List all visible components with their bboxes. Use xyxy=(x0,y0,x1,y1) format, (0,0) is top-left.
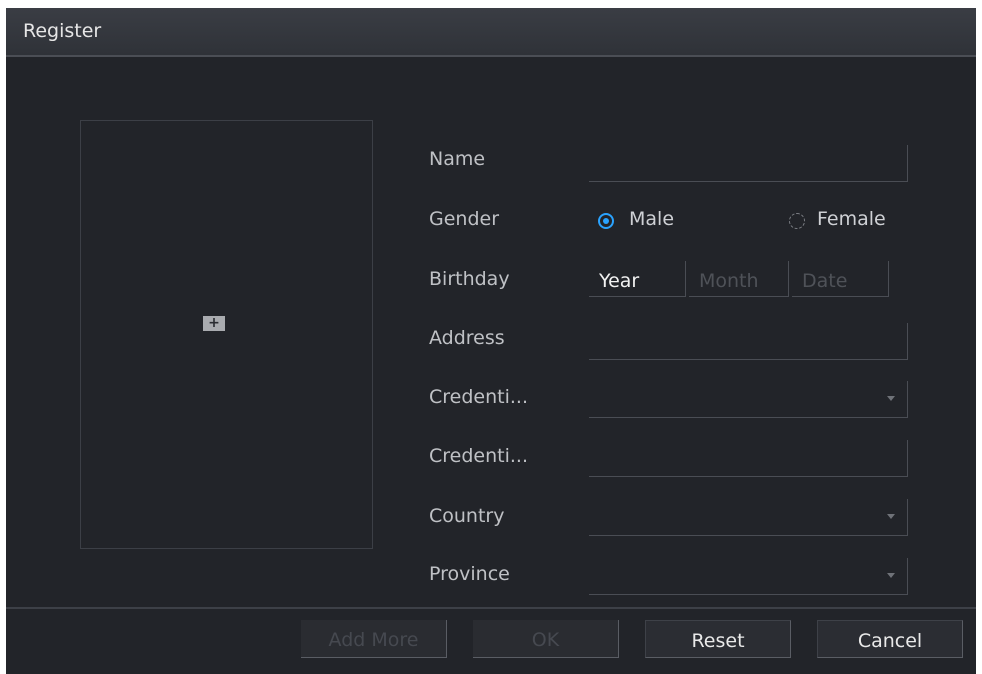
cancel-button[interactable]: Cancel xyxy=(817,620,963,658)
reset-button[interactable]: Reset xyxy=(645,620,791,658)
gender-male-radio[interactable] xyxy=(598,213,614,229)
birthday-date-field[interactable]: Date xyxy=(792,261,889,297)
face-photo-area[interactable] xyxy=(80,120,373,549)
gender-label: Gender xyxy=(429,208,500,230)
add-more-button[interactable]: Add More xyxy=(301,620,447,658)
add-photo-icon[interactable]: + xyxy=(203,316,225,331)
dialog-titlebar: Register xyxy=(6,8,976,57)
province-label: Province xyxy=(429,563,510,585)
name-input[interactable] xyxy=(589,145,908,182)
country-select[interactable] xyxy=(589,499,908,536)
birthday-month-field[interactable]: Month xyxy=(689,261,789,297)
footer-divider xyxy=(6,607,976,609)
name-label: Name xyxy=(429,148,486,170)
gender-male-label[interactable]: Male xyxy=(629,208,674,230)
dialog-title: Register xyxy=(23,20,102,42)
credential-number-input[interactable] xyxy=(589,440,908,477)
address-input[interactable] xyxy=(589,323,908,360)
gender-female-radio[interactable] xyxy=(789,213,805,229)
country-label: Country xyxy=(429,505,505,527)
register-dialog: Register + Name Gender Male Female Birth… xyxy=(6,8,976,674)
address-label: Address xyxy=(429,327,505,349)
birthday-label: Birthday xyxy=(429,268,510,290)
chevron-down-icon xyxy=(887,573,895,578)
credential-type-select[interactable] xyxy=(589,381,908,418)
chevron-down-icon xyxy=(887,396,895,401)
ok-button[interactable]: OK xyxy=(473,620,619,658)
birthday-year-field[interactable]: Year xyxy=(589,261,686,297)
gender-female-label[interactable]: Female xyxy=(817,208,886,230)
province-select[interactable] xyxy=(589,558,908,595)
chevron-down-icon xyxy=(887,514,895,519)
credential-number-label: Credenti... xyxy=(429,445,528,467)
credential-type-label: Credenti... xyxy=(429,386,528,408)
